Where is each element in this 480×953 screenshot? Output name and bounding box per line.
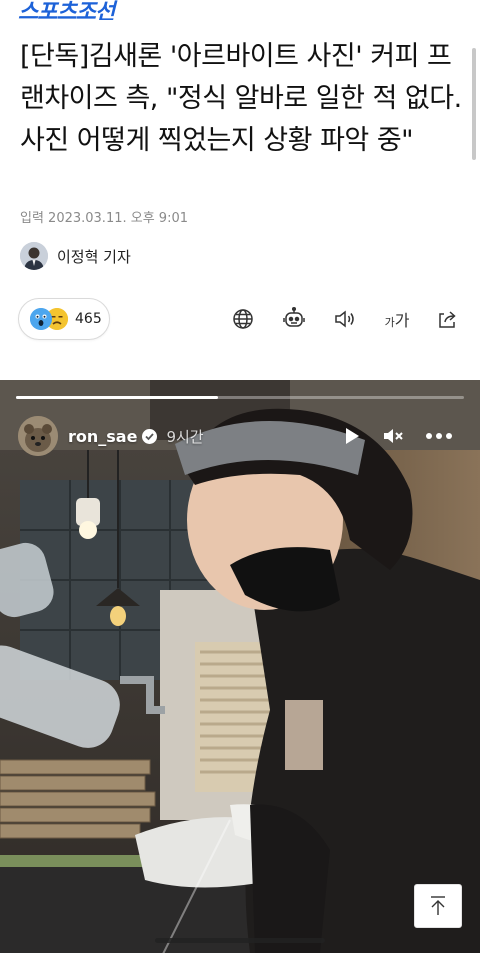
shocked-face-icon xyxy=(30,308,52,330)
story-play-button[interactable] xyxy=(340,425,364,447)
article-toolbar: 465 가가 xyxy=(0,296,480,342)
mute-icon xyxy=(384,429,403,443)
robot-icon xyxy=(283,306,305,327)
story-time: 9시간 xyxy=(166,427,204,446)
more-icon xyxy=(426,433,452,439)
globe-icon xyxy=(233,309,253,329)
reaction-button[interactable]: 465 xyxy=(18,298,110,340)
story-progress-fill xyxy=(16,396,218,399)
article-photo[interactable] xyxy=(0,380,480,953)
share-icon xyxy=(439,311,456,328)
verified-badge-icon xyxy=(142,428,158,444)
story-mute-button[interactable] xyxy=(381,425,405,447)
home-indicator xyxy=(155,938,325,943)
article-headline: [단독]김새론 '아르바이트 사진' 커피 프랜차이즈 측, "정식 알바로 일… xyxy=(20,41,462,156)
scroll-to-top-button[interactable] xyxy=(414,884,462,928)
share-button[interactable] xyxy=(434,306,460,332)
font-size-button[interactable]: 가가 xyxy=(382,306,412,332)
summary-bot-button[interactable] xyxy=(281,306,307,332)
read-aloud-button[interactable] xyxy=(332,306,358,332)
brand-logo-text: 스포츠조선 xyxy=(18,0,115,20)
brand-logo[interactable]: 스포츠조선 xyxy=(18,0,128,20)
article-date: 입력 2023.03.11. 오후 9:01 xyxy=(20,211,188,226)
translate-button[interactable] xyxy=(230,306,256,332)
reaction-count: 465 xyxy=(75,311,102,327)
story-avatar[interactable] xyxy=(18,416,58,456)
reporter-avatar xyxy=(20,242,48,270)
story-username[interactable]: ron_sae xyxy=(68,427,137,446)
reporter-info[interactable]: 이정혁 기자 xyxy=(20,240,131,272)
reporter-name: 이정혁 기자 xyxy=(57,247,131,266)
scroll-indicator xyxy=(472,48,476,160)
play-icon xyxy=(346,428,359,444)
speaker-icon xyxy=(335,310,354,328)
story-progress-bar xyxy=(16,396,464,399)
story-header: ron_sae 9시간 xyxy=(18,416,204,456)
arrow-up-icon xyxy=(431,896,445,915)
font-size-icon: 가가 xyxy=(384,311,410,330)
story-more-button[interactable] xyxy=(424,425,454,447)
